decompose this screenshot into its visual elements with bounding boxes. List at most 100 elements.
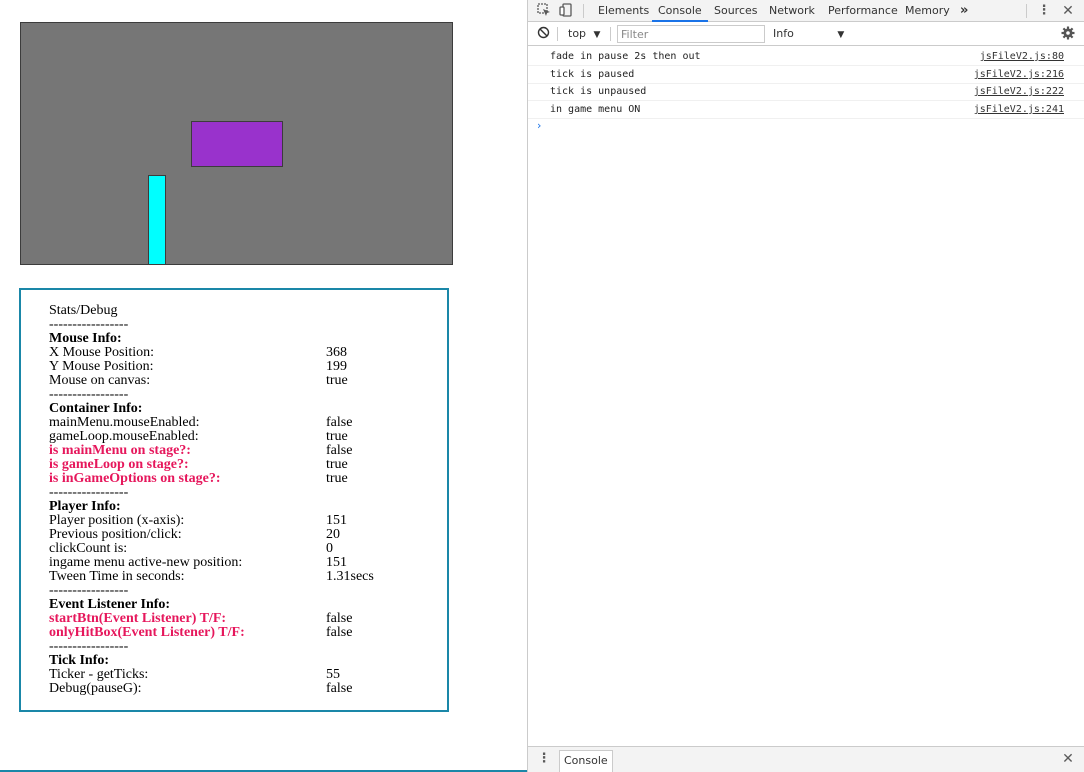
stat-row: Ticker - getTicks: 55 <box>49 668 447 682</box>
log-message: in game menu ON <box>550 104 641 115</box>
stat-value: false <box>326 415 353 430</box>
close-drawer-icon[interactable]: ✕ <box>1060 751 1076 767</box>
divider: ----------------- <box>49 485 129 500</box>
drawer-menu-icon[interactable]: ⋮ <box>536 751 552 767</box>
clear-console-icon[interactable] <box>535 26 551 42</box>
kebab-menu-icon[interactable]: ⋮ <box>1036 3 1052 19</box>
stat-row: ingame menu active-new position: 151 <box>49 556 447 570</box>
stat-row: startBtn(Event Listener) T/F: false <box>49 612 447 626</box>
stat-label: is mainMenu on stage?: <box>49 443 191 458</box>
close-icon[interactable]: ✕ <box>1060 3 1076 19</box>
stat-label: Previous position/click: <box>49 527 182 542</box>
stat-row: Player position (x-axis): 151 <box>49 514 447 528</box>
tick-heading: Tick Info: <box>49 653 110 668</box>
stat-value: 368 <box>326 345 347 360</box>
context-selector[interactable]: top ▼ <box>568 27 600 40</box>
stat-row: onlyHitBox(Event Listener) T/F: false <box>49 626 447 640</box>
divider: ----------------- <box>49 387 129 402</box>
log-source-link[interactable]: jsFileV2.js:241 <box>974 101 1064 119</box>
stat-label: is inGameOptions on stage?: <box>49 471 221 486</box>
stat-row: Mouse on canvas: true <box>49 374 447 388</box>
stat-row: clickCount is: 0 <box>49 542 447 556</box>
stat-value: 151 <box>326 513 347 528</box>
stat-label: X Mouse Position: <box>49 345 155 360</box>
stat-row: is mainMenu on stage?: false <box>49 444 447 458</box>
log-source-link[interactable]: jsFileV2.js:80 <box>980 48 1064 66</box>
game-canvas[interactable] <box>20 22 453 265</box>
devtools-panel: Elements Console Sources Network Perform… <box>527 0 1084 772</box>
tab-console[interactable]: Console <box>652 0 708 22</box>
debug-panel: Stats/Debug ----------------- Mouse Info… <box>19 288 449 712</box>
stat-label: Tween Time in seconds: <box>49 569 185 584</box>
log-source-link[interactable]: jsFileV2.js:216 <box>974 66 1064 84</box>
container-heading: Container Info: <box>49 401 143 416</box>
stat-label: Y Mouse Position: <box>49 359 154 374</box>
drawer-tab-console[interactable]: Console <box>559 750 613 772</box>
stat-label: mainMenu.mouseEnabled: <box>49 415 200 430</box>
device-toolbar-icon[interactable] <box>558 3 574 19</box>
console-prompt[interactable]: › <box>537 119 541 132</box>
dropdown-arrow-icon: ▼ <box>837 30 845 40</box>
log-level-selector[interactable]: Info ▼ <box>773 27 844 40</box>
settings-gear-icon[interactable] <box>1060 26 1076 42</box>
stat-row: gameLoop.mouseEnabled: true <box>49 430 447 444</box>
tab-sources[interactable]: Sources <box>714 0 758 22</box>
stat-value: false <box>326 625 353 640</box>
purple-box <box>191 121 283 167</box>
stat-label: is gameLoop on stage?: <box>49 457 189 472</box>
console-drawer: ⋮ Console ✕ <box>528 746 1084 772</box>
stat-row: mainMenu.mouseEnabled: false <box>49 416 447 430</box>
log-level-label: Info <box>773 27 794 40</box>
player-bar <box>148 175 166 264</box>
stat-value: 1.31secs <box>326 569 374 584</box>
stat-row: is inGameOptions on stage?: true <box>49 472 447 486</box>
log-message: fade in pause 2s then out <box>550 51 701 62</box>
stat-row: Tween Time in seconds: 1.31secs <box>49 570 447 584</box>
stat-row: Debug(pauseG): false <box>49 682 447 696</box>
tab-memory[interactable]: Memory <box>905 0 950 22</box>
stat-row: is gameLoop on stage?: true <box>49 458 447 472</box>
more-tabs-icon[interactable]: » <box>960 0 968 22</box>
stat-value: true <box>326 429 348 444</box>
separator <box>583 4 584 18</box>
log-message: tick is unpaused <box>550 86 647 97</box>
stat-value: 199 <box>326 359 347 374</box>
separator <box>610 27 611 41</box>
stat-label: clickCount is: <box>49 541 128 556</box>
stat-label: onlyHitBox(Event Listener) T/F: <box>49 625 245 640</box>
stat-label: Player position (x-axis): <box>49 513 185 528</box>
separator <box>557 27 558 41</box>
log-source-link[interactable]: jsFileV2.js:222 <box>974 83 1064 101</box>
filter-input[interactable] <box>617 25 765 43</box>
stat-label: ingame menu active-new position: <box>49 555 243 570</box>
console-log-entry: fade in pause 2s then out jsFileV2.js:80 <box>528 48 1084 66</box>
stat-row: Y Mouse Position: 199 <box>49 360 447 374</box>
stat-value: true <box>326 457 348 472</box>
stat-value: 0 <box>326 541 333 556</box>
tab-performance[interactable]: Performance <box>828 0 898 22</box>
stat-value: true <box>326 471 348 486</box>
console-log-entry: tick is paused jsFileV2.js:216 <box>528 66 1084 84</box>
console-log-entry: in game menu ON jsFileV2.js:241 <box>528 101 1084 119</box>
stat-value: 151 <box>326 555 347 570</box>
tab-network[interactable]: Network <box>769 0 815 22</box>
stat-row: Previous position/click: 20 <box>49 528 447 542</box>
separator <box>1026 4 1027 18</box>
stat-value: false <box>326 681 353 696</box>
tab-elements[interactable]: Elements <box>598 0 649 22</box>
events-heading: Event Listener Info: <box>49 597 171 612</box>
stat-label: Mouse on canvas: <box>49 373 151 388</box>
stat-label: startBtn(Event Listener) T/F: <box>49 611 227 626</box>
divider: ----------------- <box>49 583 129 598</box>
stat-row: X Mouse Position: 368 <box>49 346 447 360</box>
divider: ----------------- <box>49 639 129 654</box>
debug-title: Stats/Debug <box>49 303 118 318</box>
stat-value: 55 <box>326 667 340 682</box>
stat-label: Debug(pauseG): <box>49 681 142 696</box>
devtools-tabbar: Elements Console Sources Network Perform… <box>528 0 1084 22</box>
inspect-element-icon[interactable] <box>536 3 552 19</box>
stat-value: 20 <box>326 527 340 542</box>
context-label: top <box>568 27 587 40</box>
mouse-heading: Mouse Info: <box>49 331 122 346</box>
console-log-entry: tick is unpaused jsFileV2.js:222 <box>528 83 1084 101</box>
